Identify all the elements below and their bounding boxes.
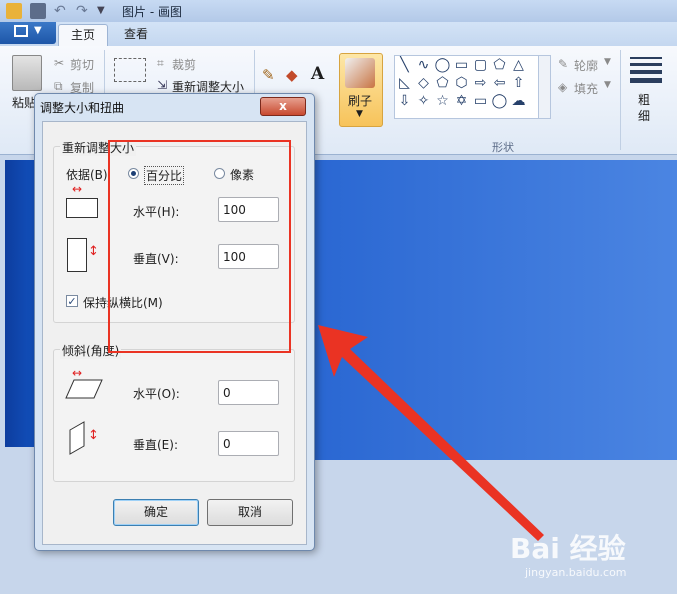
watermark-logo: Bai 经验 [510, 532, 626, 565]
title-bar: ↶ ↷ ▼ 图片 - 画图 [0, 0, 677, 22]
right-arrow-icon[interactable]: ⇨ [471, 74, 490, 92]
copy-icon: ⧉ [54, 79, 63, 93]
redo-icon[interactable]: ↷ [76, 3, 92, 19]
shapes-row: ╲ ∿ ◯ ▭ ▢ ⬠ △ [395, 56, 545, 74]
six-point-star-icon[interactable]: ✡ [452, 92, 471, 110]
polygon-icon[interactable]: ⬠ [490, 56, 509, 74]
curve-icon[interactable]: ∿ [414, 56, 433, 74]
speech-bubble-icon[interactable]: ▭ [471, 92, 490, 110]
shapes-row: ⇩ ✧ ☆ ✡ ▭ ◯ ☁ [395, 92, 545, 110]
by-label: 依据(B) [66, 168, 108, 182]
skew-vertical-input[interactable]: 0 [218, 431, 279, 456]
up-arrow-icon[interactable]: ⇧ [509, 74, 528, 92]
quick-access-dropdown-icon[interactable]: ▼ [97, 3, 113, 19]
line-icon[interactable]: ╲ [395, 56, 414, 74]
cancel-button[interactable]: 取消 [207, 499, 293, 526]
ok-button[interactable]: 确定 [113, 499, 199, 526]
brushes-button[interactable]: 刷子 ▼ [339, 53, 383, 127]
vertical-resize-arrow-icon: ↕ [88, 244, 99, 259]
shapes-group-label: 形状 [492, 141, 514, 154]
skew-horizontal-input[interactable]: 0 [218, 380, 279, 405]
rectangle-icon[interactable]: ▭ [452, 56, 471, 74]
oval-icon[interactable]: ◯ [433, 56, 452, 74]
resize-icon: ⇲ [157, 78, 168, 92]
down-arrow-icon[interactable]: ⇩ [395, 92, 414, 110]
shapes-scrollbar[interactable] [538, 55, 551, 119]
cut-button[interactable]: 剪切 [70, 56, 94, 73]
pentagon-icon[interactable]: ⬠ [433, 74, 452, 92]
horizontal-resize-arrow-icon: ↔ [72, 182, 83, 196]
window-title: 图片 - 画图 [122, 5, 182, 19]
save-icon[interactable] [30, 3, 46, 19]
shapes-gallery[interactable]: ╲ ∿ ◯ ▭ ▢ ⬠ △ ◺ ◇ ⬠ ⬡ ⇨ ⇦ ⇧ ⇩ ✧ ☆ ✡ ▭ ◯ ☁ [394, 55, 546, 119]
tab-home[interactable]: 主页 [58, 24, 108, 47]
paint-app-icon [6, 3, 22, 19]
rounded-rectangle-icon[interactable]: ▢ [471, 56, 490, 74]
brushes-label: 刷子 [348, 94, 373, 108]
paste-button[interactable]: 粘贴 [12, 94, 36, 111]
right-triangle-icon[interactable]: ◺ [395, 74, 414, 92]
outline-button[interactable]: 轮廓 [574, 57, 598, 74]
brush-icon [345, 58, 375, 88]
tab-view[interactable]: 查看 [112, 24, 160, 46]
menu-icon [14, 25, 28, 37]
vertical-skew-arrow-icon: ↕ [88, 428, 99, 443]
pencil-icon[interactable]: ✎ [262, 66, 275, 84]
paste-icon[interactable] [12, 55, 42, 91]
size-line-icon [630, 63, 662, 66]
cloud-callout-icon[interactable]: ☁ [509, 92, 528, 110]
crop-button[interactable]: 裁剪 [172, 56, 196, 73]
chevron-down-icon: ▼ [356, 109, 363, 119]
close-button[interactable]: x [260, 97, 306, 116]
size-line-icon [630, 70, 662, 74]
four-point-star-icon[interactable]: ✧ [414, 92, 433, 110]
shapes-row: ◺ ◇ ⬠ ⬡ ⇨ ⇦ ⇧ [395, 74, 545, 92]
scissors-icon: ✂ [54, 56, 65, 70]
close-icon: x [279, 99, 287, 113]
keep-ratio-checkbox[interactable]: ✓ [66, 295, 78, 307]
outline-icon: ✎ [558, 57, 569, 71]
triangle-icon[interactable]: △ [509, 56, 528, 74]
chevron-down-icon: ▼ [604, 57, 611, 67]
fill-icon: ◈ [558, 80, 568, 94]
dialog-title: 调整大小和扭曲 [40, 101, 125, 115]
ribbon-divider [620, 50, 621, 150]
fill-bucket-icon[interactable]: ◆ [286, 66, 298, 84]
crop-icon: ⌗ [157, 56, 164, 70]
size-button[interactable] [630, 57, 662, 83]
watermark-url: jingyan.baidu.com [525, 566, 627, 579]
chevron-down-icon: ▼ [34, 25, 42, 36]
text-tool-icon[interactable]: A [311, 64, 324, 84]
chevron-down-icon: ▼ [604, 80, 611, 90]
diamond-icon[interactable]: ◇ [414, 74, 433, 92]
horizontal-resize-icon [66, 198, 98, 218]
oval-callout-icon[interactable]: ◯ [490, 92, 509, 110]
vertical-resize-icon [67, 238, 87, 272]
fill-button[interactable]: 填充 [574, 80, 598, 97]
skew-group [53, 349, 295, 482]
size-line-icon [630, 57, 662, 59]
five-point-star-icon[interactable]: ☆ [433, 92, 452, 110]
size-label: 粗细 [638, 93, 651, 123]
app-menu-button[interactable]: ▼ [0, 22, 56, 44]
horizontal-skew-icon [65, 379, 103, 399]
size-line-icon [630, 78, 662, 83]
hexagon-icon[interactable]: ⬡ [452, 74, 471, 92]
select-icon[interactable] [114, 58, 146, 82]
skew-horizontal-label: 水平(O): [133, 387, 180, 401]
skew-vertical-label: 垂直(E): [133, 438, 178, 452]
vertical-skew-icon [69, 421, 85, 455]
red-arrow-icon [318, 325, 544, 541]
left-arrow-icon[interactable]: ⇦ [490, 74, 509, 92]
undo-icon[interactable]: ↶ [54, 3, 70, 19]
highlight-box [108, 140, 291, 353]
